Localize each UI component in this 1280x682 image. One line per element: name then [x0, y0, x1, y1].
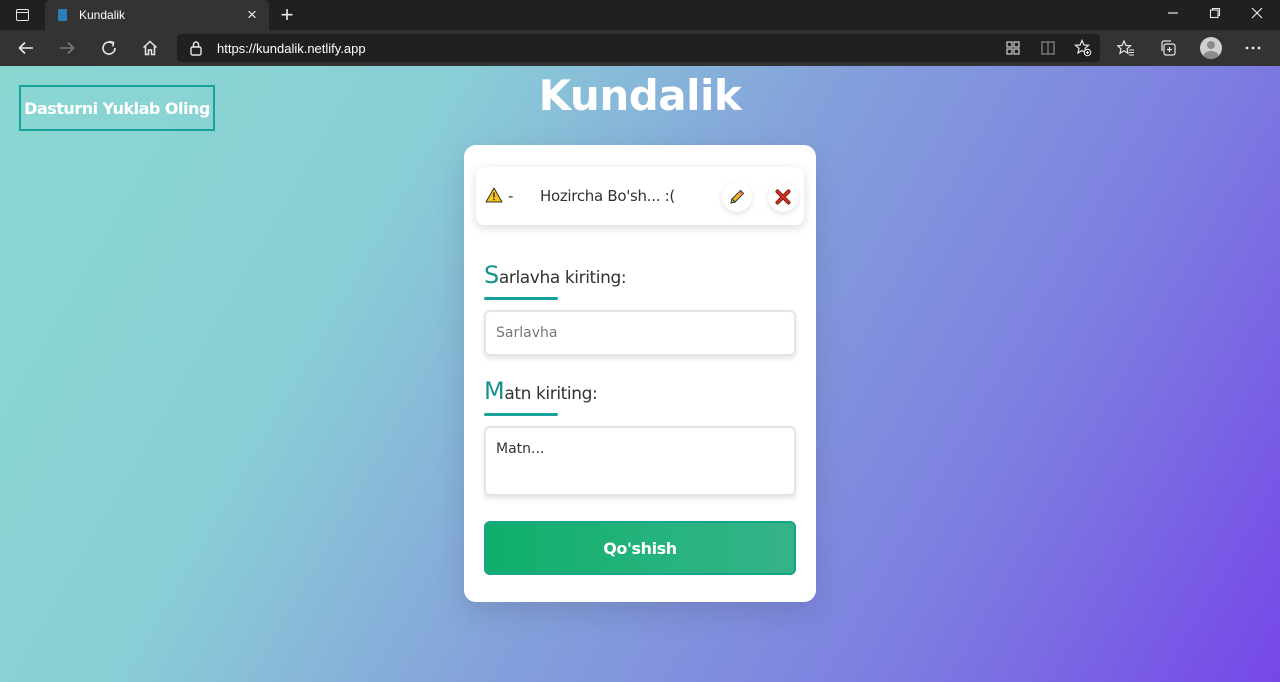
profile-avatar-icon[interactable]: [1197, 34, 1225, 62]
favorites-icon[interactable]: [1112, 34, 1140, 62]
tab-title: Kundalik: [79, 8, 126, 22]
url-text[interactable]: https://kundalik.netlify.app: [217, 41, 366, 56]
browser-tab[interactable]: Kundalik ×: [45, 0, 269, 30]
forward-icon[interactable]: [53, 34, 81, 62]
new-tab-icon[interactable]: +: [276, 3, 298, 27]
warning-icon: [485, 187, 503, 207]
restore-icon[interactable]: [1192, 0, 1238, 30]
minimize-icon[interactable]: [1150, 0, 1196, 30]
refresh-icon[interactable]: [95, 34, 123, 62]
reading-view-icon[interactable]: [1037, 38, 1059, 58]
browser-toolbar: https://kundalik.netlify.app: [0, 30, 1280, 66]
body-label-initial: M: [484, 377, 505, 405]
browser-tabbar: Kundalik × +: [0, 0, 1280, 30]
tab-close-icon[interactable]: ×: [243, 6, 261, 24]
title-label: Sarlavha kiriting:: [484, 261, 627, 289]
more-options-icon[interactable]: [1239, 34, 1267, 62]
title-input[interactable]: Sarlavha: [484, 310, 796, 356]
notes-card: - Hozircha Bo'sh... :( Sarlavha kiriting…: [464, 145, 816, 602]
edit-pencil-icon[interactable]: [722, 182, 752, 212]
back-icon[interactable]: [12, 34, 40, 62]
page-title: Kundalik: [538, 71, 742, 120]
title-label-initial: S: [484, 261, 499, 289]
note-item: - Hozircha Bo'sh... :(: [476, 167, 804, 225]
body-textarea[interactable]: Matn...: [484, 426, 796, 496]
delete-x-icon[interactable]: [768, 182, 798, 212]
home-icon[interactable]: [136, 34, 164, 62]
close-window-icon[interactable]: [1234, 0, 1280, 30]
tab-actions-icon[interactable]: [9, 5, 35, 25]
app-available-icon[interactable]: [1002, 38, 1024, 58]
address-bar[interactable]: https://kundalik.netlify.app: [177, 34, 1100, 62]
page-viewport: Dasturni Yuklab Oling Kundalik - Hozirch…: [0, 66, 1280, 682]
body-label-text: atn kiriting:: [504, 384, 598, 404]
body-label-underline: [484, 413, 558, 416]
add-note-button[interactable]: Qo'shish: [484, 521, 796, 575]
lock-icon[interactable]: [189, 40, 203, 61]
title-label-text: arlavha kiriting:: [498, 268, 627, 288]
add-favorite-icon[interactable]: [1072, 38, 1094, 58]
note-text: Hozircha Bo'sh... :(: [540, 187, 675, 205]
favicon-icon: [58, 9, 67, 21]
body-label: Matn kiriting:: [484, 377, 598, 405]
collections-icon[interactable]: [1154, 34, 1182, 62]
note-dash: -: [508, 187, 514, 205]
title-label-underline: [484, 297, 558, 300]
